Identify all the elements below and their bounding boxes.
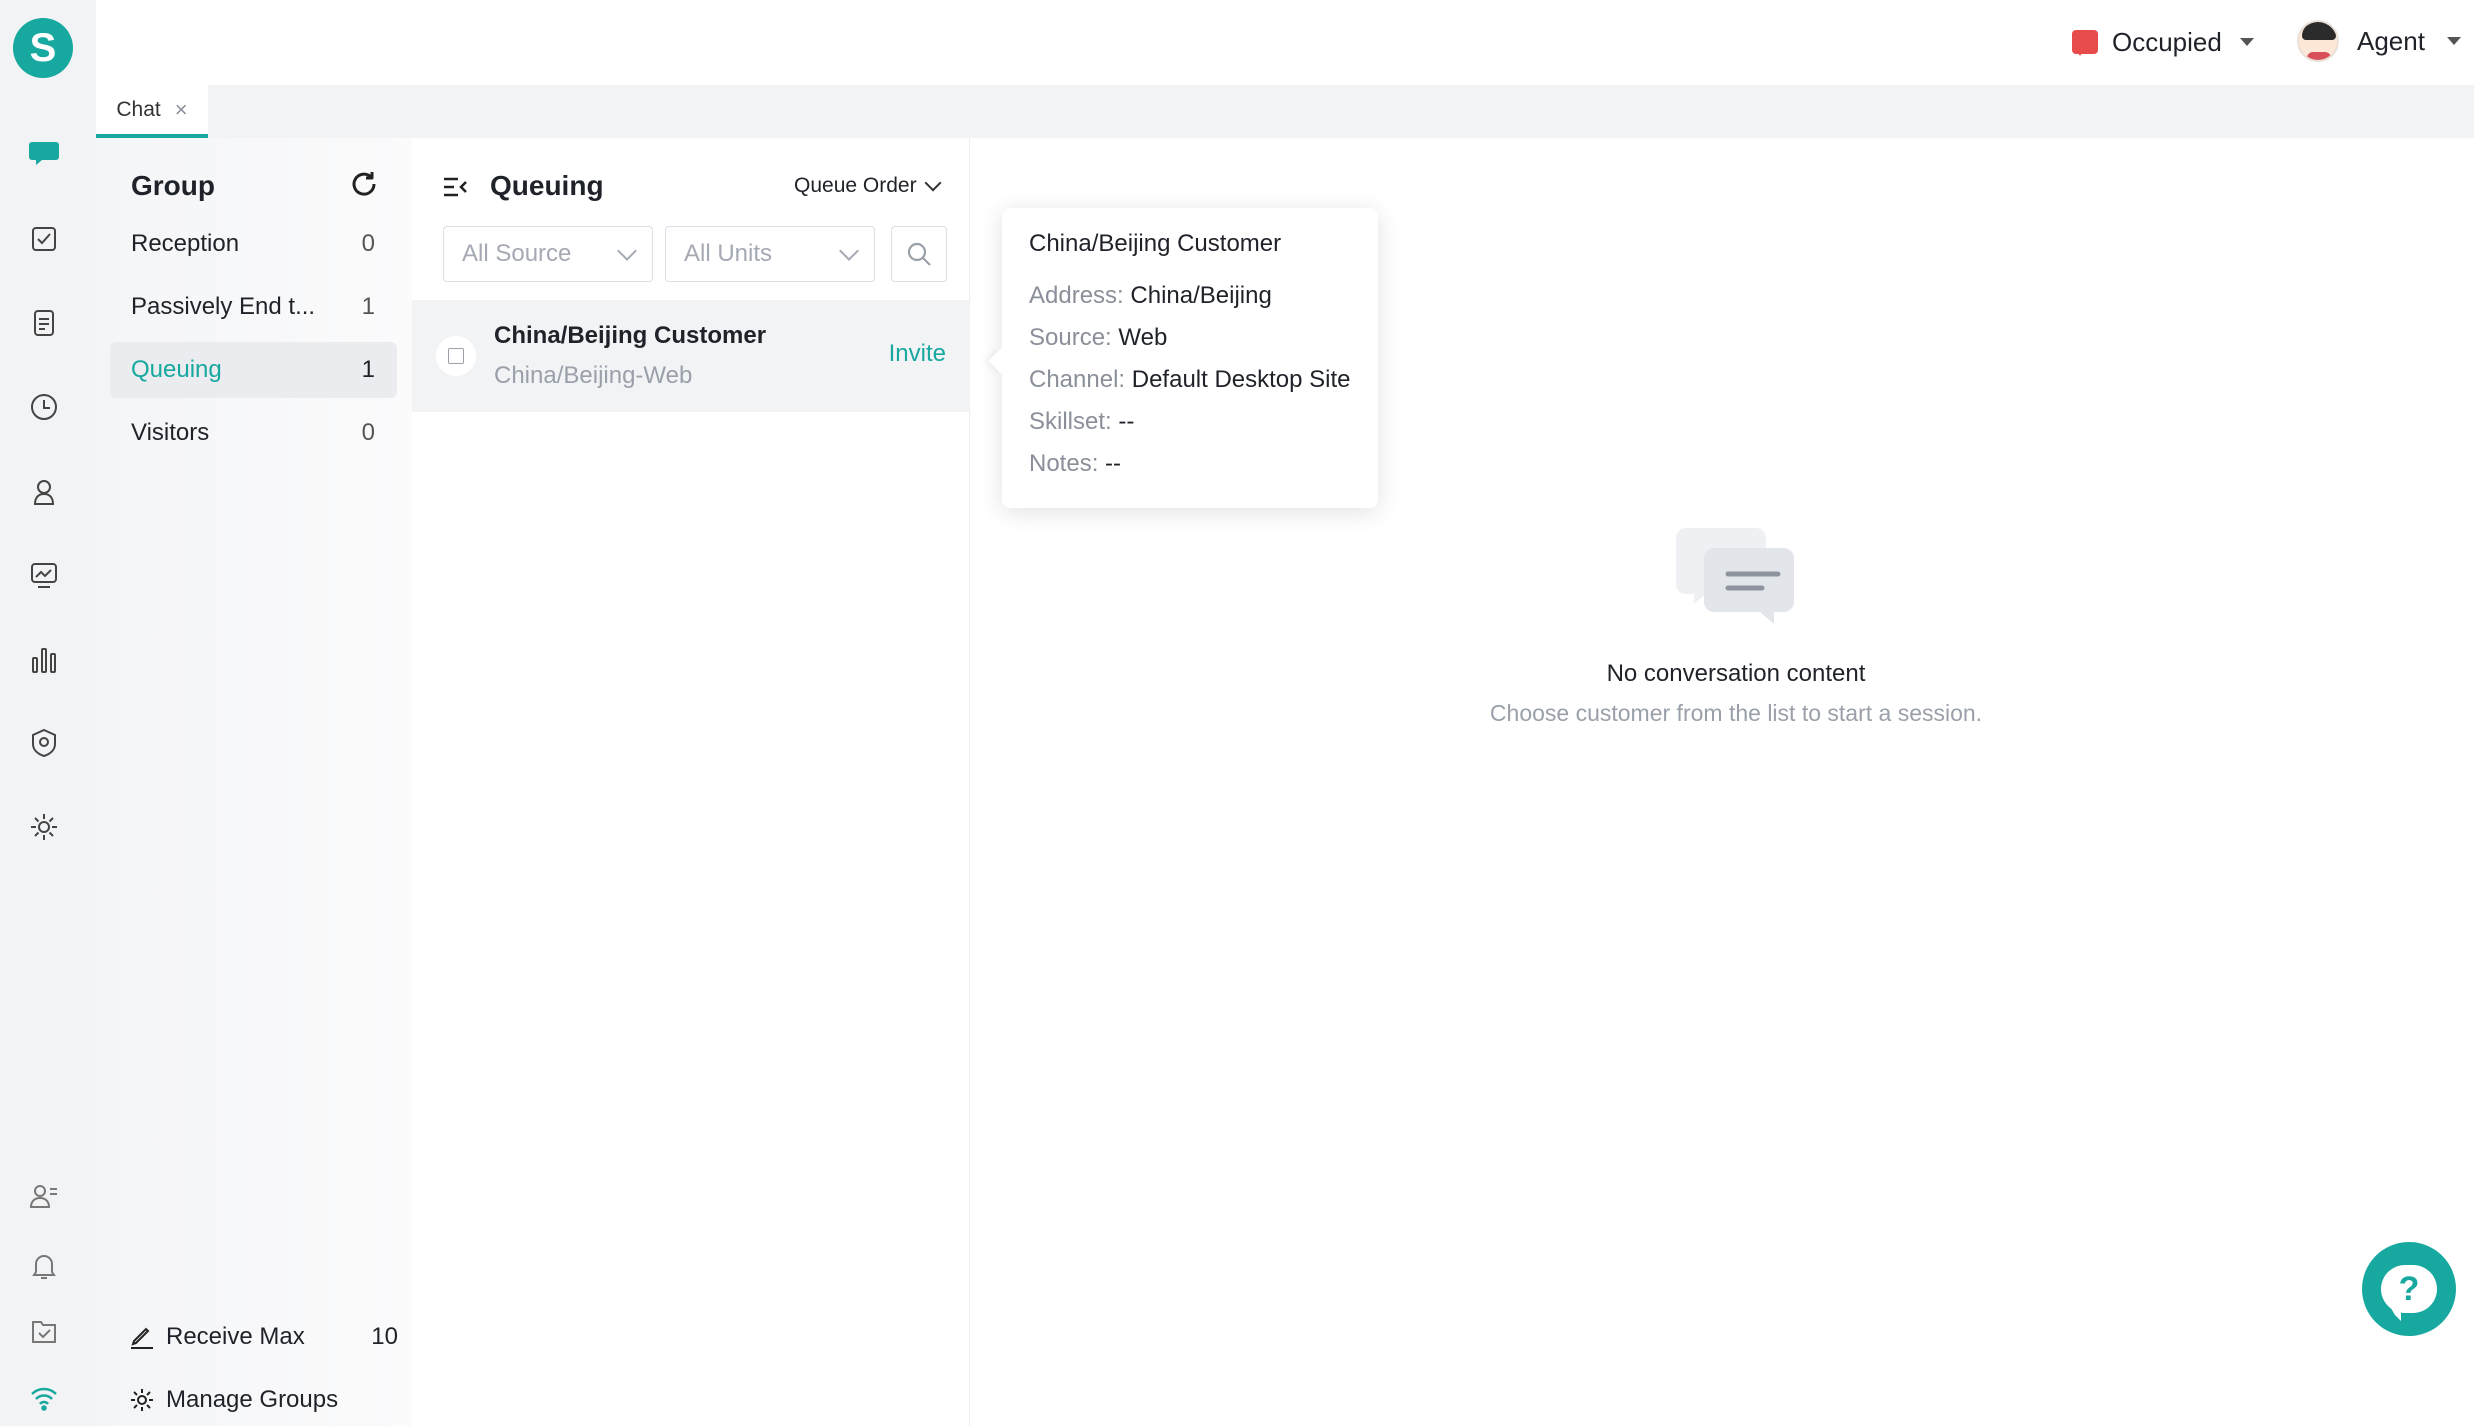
group-item-reception[interactable]: Reception 0 bbox=[110, 216, 397, 272]
units-select[interactable]: All Units bbox=[665, 226, 875, 282]
group-panel: Group Reception 0 Passively End t... 1 Q… bbox=[96, 138, 412, 1426]
help-icon: ? bbox=[2381, 1265, 2437, 1321]
invite-link[interactable]: Invite bbox=[889, 340, 946, 368]
tooltip-skillset: Skillset: -- bbox=[1029, 401, 1351, 443]
empty-subtitle: Choose customer from the list to start a… bbox=[1489, 700, 1983, 726]
queue-order-dropdown[interactable]: Queue Order bbox=[794, 174, 942, 198]
tooltip-value: -- bbox=[1105, 450, 1122, 477]
caret-down-icon bbox=[2239, 38, 2254, 46]
checkbox-icon bbox=[448, 348, 464, 364]
empty-chat-icon bbox=[1676, 528, 1794, 624]
group-item-label: Visitors bbox=[131, 419, 210, 446]
tooltip-key: Address: bbox=[1029, 282, 1124, 309]
tooltip-source: Source: Web bbox=[1029, 317, 1351, 359]
settings-icon[interactable] bbox=[26, 809, 62, 845]
group-item-count: 0 bbox=[361, 230, 375, 257]
tooltip-value: -- bbox=[1118, 408, 1135, 435]
agent-menu[interactable]: Agent bbox=[2297, 18, 2461, 64]
history-icon[interactable] bbox=[26, 389, 62, 425]
status-dropdown[interactable]: Occupied bbox=[2072, 22, 2254, 62]
chevron-down-icon bbox=[924, 174, 942, 192]
close-icon[interactable]: × bbox=[175, 97, 188, 123]
receive-max-label: Receive Max bbox=[166, 1323, 305, 1350]
group-item-count: 0 bbox=[361, 419, 375, 446]
tooltip-key: Skillset: bbox=[1029, 408, 1112, 435]
tooltip-address: Address: China/Beijing bbox=[1029, 275, 1351, 317]
customer-icon[interactable] bbox=[26, 474, 62, 510]
collapse-list-icon[interactable] bbox=[442, 174, 468, 200]
monitor-icon[interactable] bbox=[26, 557, 62, 593]
agent-label: Agent bbox=[2357, 25, 2425, 56]
tooltip-key: Channel: bbox=[1029, 366, 1126, 393]
tab-strip: Chat × bbox=[96, 85, 2474, 138]
security-icon[interactable] bbox=[26, 725, 62, 761]
refresh-icon[interactable] bbox=[348, 168, 380, 200]
help-glyph: ? bbox=[2398, 1269, 2420, 1308]
receive-max-row[interactable]: Receive Max 10 bbox=[128, 1317, 398, 1357]
row-checkbox[interactable] bbox=[436, 336, 476, 376]
receive-max-value: 10 bbox=[371, 1323, 398, 1350]
tooltip-key: Notes: bbox=[1029, 450, 1099, 477]
tab-label: Chat bbox=[116, 97, 161, 121]
status-chat-icon bbox=[2072, 30, 2098, 56]
group-title: Group bbox=[131, 170, 215, 201]
queue-row[interactable]: China/Beijing Customer China/Beijing-Web… bbox=[412, 300, 970, 412]
group-item-label: Passively End t... bbox=[131, 293, 316, 320]
queue-row-sub: China/Beijing-Web bbox=[494, 362, 693, 389]
queue-row-name: China/Beijing Customer bbox=[494, 322, 767, 349]
contact-icon[interactable] bbox=[26, 1178, 62, 1214]
units-select-placeholder: All Units bbox=[684, 240, 773, 267]
tooltip-title: China/Beijing Customer bbox=[1029, 230, 1282, 257]
app-logo[interactable]: S bbox=[13, 18, 73, 78]
edit-icon bbox=[131, 1327, 153, 1349]
search-icon bbox=[907, 242, 931, 266]
search-button[interactable] bbox=[891, 226, 947, 282]
tooltip-value: Default Desktop Site bbox=[1131, 366, 1351, 393]
group-item-queuing[interactable]: Queuing 1 bbox=[110, 342, 397, 398]
inbox-icon[interactable] bbox=[26, 1314, 62, 1350]
help-button[interactable]: ? bbox=[2362, 1242, 2456, 1336]
tooltip-key: Source: bbox=[1029, 324, 1112, 351]
caret-down-icon bbox=[2446, 37, 2461, 45]
queue-panel: Queuing Queue Order All Source All Units… bbox=[412, 138, 970, 1426]
group-item-visitors[interactable]: Visitors 0 bbox=[110, 405, 397, 461]
source-select[interactable]: All Source bbox=[443, 226, 653, 282]
queue-title: Queuing bbox=[490, 170, 604, 201]
tooltip-notes: Notes: -- bbox=[1029, 443, 1351, 485]
status-label: Occupied bbox=[2112, 26, 2222, 57]
chevron-down-icon bbox=[839, 241, 859, 261]
tooltip-channel: Channel: Default Desktop Site bbox=[1029, 359, 1351, 401]
ticket-icon[interactable] bbox=[26, 305, 62, 341]
tooltip-value: China/Beijing bbox=[1130, 282, 1272, 309]
tooltip-value: Web bbox=[1118, 324, 1168, 351]
empty-title: No conversation content bbox=[1606, 660, 1866, 687]
queue-order-label: Queue Order bbox=[794, 174, 917, 197]
customer-tooltip: China/Beijing Customer Address: China/Be… bbox=[1002, 208, 1378, 508]
manage-groups-row[interactable]: Manage Groups bbox=[128, 1380, 398, 1420]
group-item-count: 1 bbox=[361, 356, 375, 383]
avatar bbox=[2297, 20, 2339, 62]
source-select-placeholder: All Source bbox=[462, 240, 572, 267]
gear-icon bbox=[131, 1389, 153, 1411]
chat-icon[interactable] bbox=[26, 134, 62, 170]
wifi-icon bbox=[26, 1380, 62, 1416]
bell-icon[interactable] bbox=[26, 1248, 62, 1284]
group-item-count: 1 bbox=[361, 293, 375, 320]
task-icon[interactable] bbox=[26, 221, 62, 257]
tab-chat[interactable]: Chat × bbox=[96, 85, 208, 138]
group-item-passively-end[interactable]: Passively End t... 1 bbox=[110, 279, 397, 335]
group-item-label: Reception bbox=[131, 230, 240, 257]
chevron-down-icon bbox=[617, 241, 637, 261]
group-item-label: Queuing bbox=[131, 356, 222, 383]
manage-groups-label: Manage Groups bbox=[166, 1386, 339, 1413]
